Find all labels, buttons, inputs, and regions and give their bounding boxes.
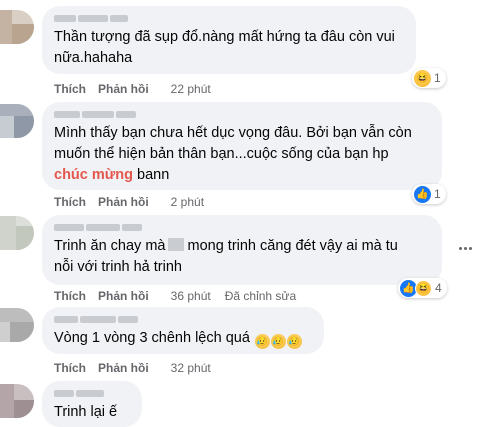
comment-bubble: Mình thấy bạn chưa hết dục vọng đâu. Bởi… — [42, 102, 442, 190]
like-button[interactable]: Thích — [54, 82, 86, 96]
comment-actions: Thích Phản hồi 32 phút — [54, 361, 225, 375]
reaction-summary[interactable]: 😆 1 — [412, 68, 446, 88]
timestamp[interactable]: 36 phút — [171, 289, 211, 303]
comment-bubble: Vòng 1 vòng 3 chênh lệch quá 😥 😥 😥 — [42, 307, 324, 354]
avatar[interactable] — [0, 308, 34, 342]
reaction-summary[interactable]: 👍 1 — [412, 184, 446, 204]
like-button[interactable]: Thích — [54, 361, 86, 375]
comment-bubble: Trinh lại ế — [42, 381, 142, 427]
sad-sweat-emoji: 😥 — [286, 334, 302, 349]
sad-sweat-emoji: 😥 — [254, 334, 270, 349]
haha-icon: 😆 — [414, 69, 431, 87]
timestamp[interactable]: 2 phút — [171, 195, 204, 209]
avatar[interactable] — [0, 384, 34, 418]
reaction-count: 1 — [434, 71, 441, 85]
reply-button[interactable]: Phản hồi — [98, 82, 149, 96]
avatar[interactable] — [0, 216, 34, 250]
avatar[interactable] — [0, 10, 34, 44]
comment-line: muốn thể hiện bản thân bạn...cuộc sống c… — [54, 146, 389, 162]
comment-fragment: Trinh ăn chay mà — [54, 238, 166, 254]
haha-icon: 😆 — [415, 279, 432, 297]
edited-label[interactable]: Đã chỉnh sửa — [225, 289, 296, 303]
comment-text: Trinh ăn chay mà mong trinh căng đét vậy … — [54, 236, 430, 278]
comment-line: chúc mừng bann — [54, 165, 430, 186]
comment-text: Mình thấy bạn chưa hết dục vọng đâu. Bởi… — [54, 123, 430, 186]
comment-line: Vòng 1 vòng 3 chênh lệch quá — [54, 330, 250, 346]
comment-line: nữa.hahaha — [54, 50, 133, 66]
comment-text: Vòng 1 vòng 3 chênh lệch quá 😥 😥 😥 — [54, 328, 312, 349]
comment-line: Trinh lại ế — [54, 404, 118, 420]
like-button[interactable]: Thích — [54, 289, 86, 303]
comment-line: Mình thấy bạn chưa hết dục vọng đâu. Bởi… — [54, 125, 412, 141]
highlighted-phrase[interactable]: chúc mừng — [54, 167, 133, 183]
like-button[interactable]: Thích — [54, 195, 86, 209]
comment-bubble: Trinh ăn chay mà mong trinh căng đét vậy … — [42, 215, 442, 285]
comment-line: Thần tượng đã sụp đổ.nàng mất hứng ta đâ… — [54, 29, 395, 45]
timestamp[interactable]: 32 phút — [171, 361, 211, 375]
author-name-redacted[interactable] — [54, 14, 404, 23]
author-name-redacted[interactable] — [54, 223, 430, 232]
reply-button[interactable]: Phản hồi — [98, 289, 149, 303]
comment-actions: Thích Phản hồi 36 phút Đã chỉnh sửa — [54, 289, 296, 303]
comment-line: nỗi với trinh hả trinh — [54, 259, 182, 275]
reaction-count: 1 — [434, 187, 441, 201]
comment-actions: Thích Phản hồi 22 phút — [54, 82, 225, 96]
author-name-redacted[interactable] — [54, 315, 312, 324]
comment-fragment: mong trinh căng đét vậy ai mà tu — [187, 238, 398, 254]
comment-bubble: Thần tượng đã sụp đổ.nàng mất hứng ta đâ… — [42, 6, 416, 74]
author-name-redacted[interactable] — [54, 110, 430, 119]
sad-sweat-emoji: 😥 — [270, 334, 286, 349]
comment-actions: Thích Phản hồi 2 phút — [54, 195, 218, 209]
comment-text: Trinh lại ế — [54, 402, 130, 423]
like-icon: 👍 — [414, 185, 431, 203]
author-name-redacted[interactable] — [54, 389, 130, 398]
avatar[interactable] — [0, 104, 34, 138]
comment-line: Trinh ăn chay mà mong trinh căng đét vậy … — [54, 236, 430, 257]
more-options-icon[interactable] — [455, 238, 475, 258]
reply-button[interactable]: Phản hồi — [98, 361, 149, 375]
reply-button[interactable]: Phản hồi — [98, 195, 149, 209]
reaction-count: 4 — [435, 281, 442, 295]
reaction-summary[interactable]: 👍 😆 4 — [398, 278, 447, 298]
comment-text: Thần tượng đã sụp đổ.nàng mất hứng ta đâ… — [54, 27, 404, 69]
comment-tail: bann — [132, 167, 170, 183]
timestamp[interactable]: 22 phút — [171, 82, 211, 96]
redacted-word — [168, 238, 185, 251]
